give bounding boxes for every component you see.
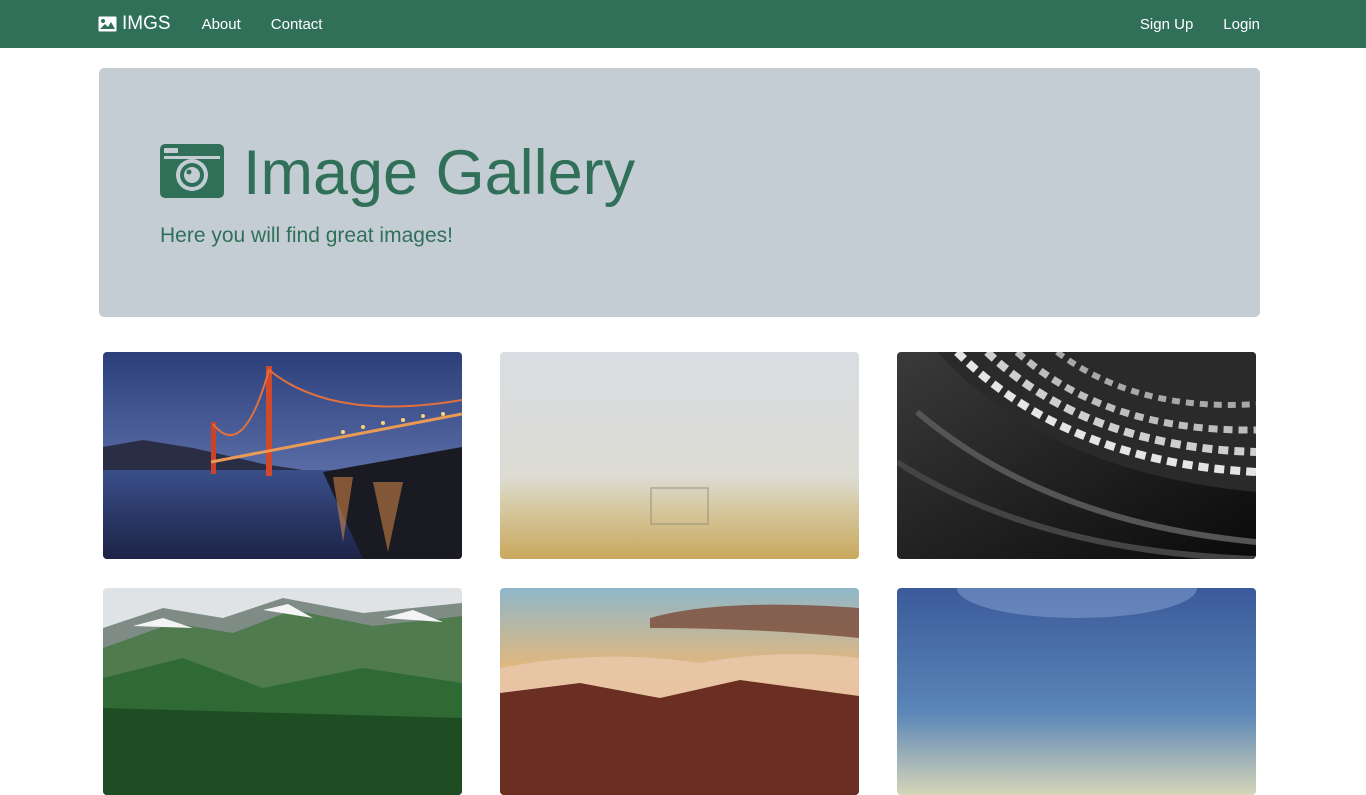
green-mountains-image bbox=[103, 588, 462, 795]
signup-link[interactable]: Sign Up bbox=[1140, 16, 1193, 33]
nav-links: About Contact bbox=[202, 16, 353, 33]
blue-sky-image bbox=[897, 588, 1256, 795]
gallery-image-blue-sky[interactable] bbox=[897, 588, 1256, 795]
gallery-image-sunset-mountains[interactable] bbox=[500, 588, 859, 795]
gallery-image-green-mountains[interactable] bbox=[103, 588, 462, 795]
image-icon bbox=[98, 16, 117, 32]
navbar: IMGS About Contact Sign Up Login bbox=[0, 0, 1366, 48]
hero-title: Image Gallery bbox=[243, 138, 636, 208]
foggy-field-image bbox=[500, 352, 859, 559]
golden-gate-image bbox=[103, 352, 462, 559]
hero-title-row: Image Gallery bbox=[159, 138, 635, 208]
camera-icon bbox=[159, 142, 225, 205]
gallery-image-foggy-field[interactable] bbox=[500, 352, 859, 559]
nav-contact-link[interactable]: Contact bbox=[271, 16, 323, 33]
hero-jumbotron: Image Gallery Here you will find great i… bbox=[99, 68, 1260, 317]
navbar-inner: IMGS About Contact Sign Up Login bbox=[98, 0, 1260, 48]
nav-about-link[interactable]: About bbox=[202, 16, 241, 33]
brand-link[interactable]: IMGS bbox=[98, 13, 171, 35]
hero-subtitle: Here you will find great images! bbox=[160, 224, 453, 247]
brand-label: IMGS bbox=[122, 13, 171, 34]
nav-auth-links: Sign Up Login bbox=[1110, 16, 1260, 33]
login-link[interactable]: Login bbox=[1223, 16, 1260, 33]
architecture-image bbox=[897, 352, 1256, 559]
sunset-mountains-image bbox=[500, 588, 859, 795]
gallery-image-architecture[interactable] bbox=[897, 352, 1256, 559]
gallery-image-golden-gate[interactable] bbox=[103, 352, 462, 559]
